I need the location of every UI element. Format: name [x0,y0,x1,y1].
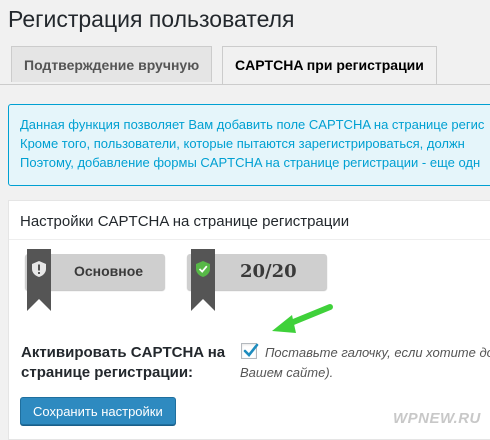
notice-line: Поэтому, добавление формы CAPTCHA на стр… [20,155,481,170]
watermark-logo: WPNEW.RU [393,410,481,427]
badge-basic-label: Основное [74,263,144,279]
shield-alert-icon [32,261,46,277]
page-title: Регистрация пользователя [8,6,295,32]
badge-score-label: 20/20 [240,261,297,282]
ribbon-icon [191,249,215,311]
description-line: Поставьте галочку, если хотите до [265,345,490,360]
notice-line: Кроме того, пользователи, которые пытают… [20,136,465,151]
green-arrow-icon [272,304,333,333]
tab-bar: Подтверждение вручную CAPTCHA при регист… [11,46,490,84]
save-settings-button[interactable]: Сохранить настройки [20,397,176,425]
shield-check-icon [196,261,210,277]
tab-captcha-registration[interactable]: CAPTCHA при регистрации [222,46,437,84]
tab-manual-approval[interactable]: Подтверждение вручную [11,46,213,82]
notice-line: Данная функция позволяет Вам добавить по… [20,117,485,132]
captcha-enable-label: Активировать CAPTCHA на странице регистр… [21,344,226,381]
postbox-divider [9,239,490,240]
description-line: Вашем сайте). [240,365,334,380]
captcha-settings-box: Настройки CAPTCHA на странице регистраци… [8,200,490,440]
ribbon-icon [27,249,51,311]
postbox-title: Настройки CAPTCHA на странице регистраци… [20,213,350,230]
captcha-enable-description: Поставьте галочку, если хотите до Вашем … [240,343,490,383]
info-notice: Данная функция позволяет Вам добавить по… [8,104,490,186]
tabs-divider [0,84,490,85]
